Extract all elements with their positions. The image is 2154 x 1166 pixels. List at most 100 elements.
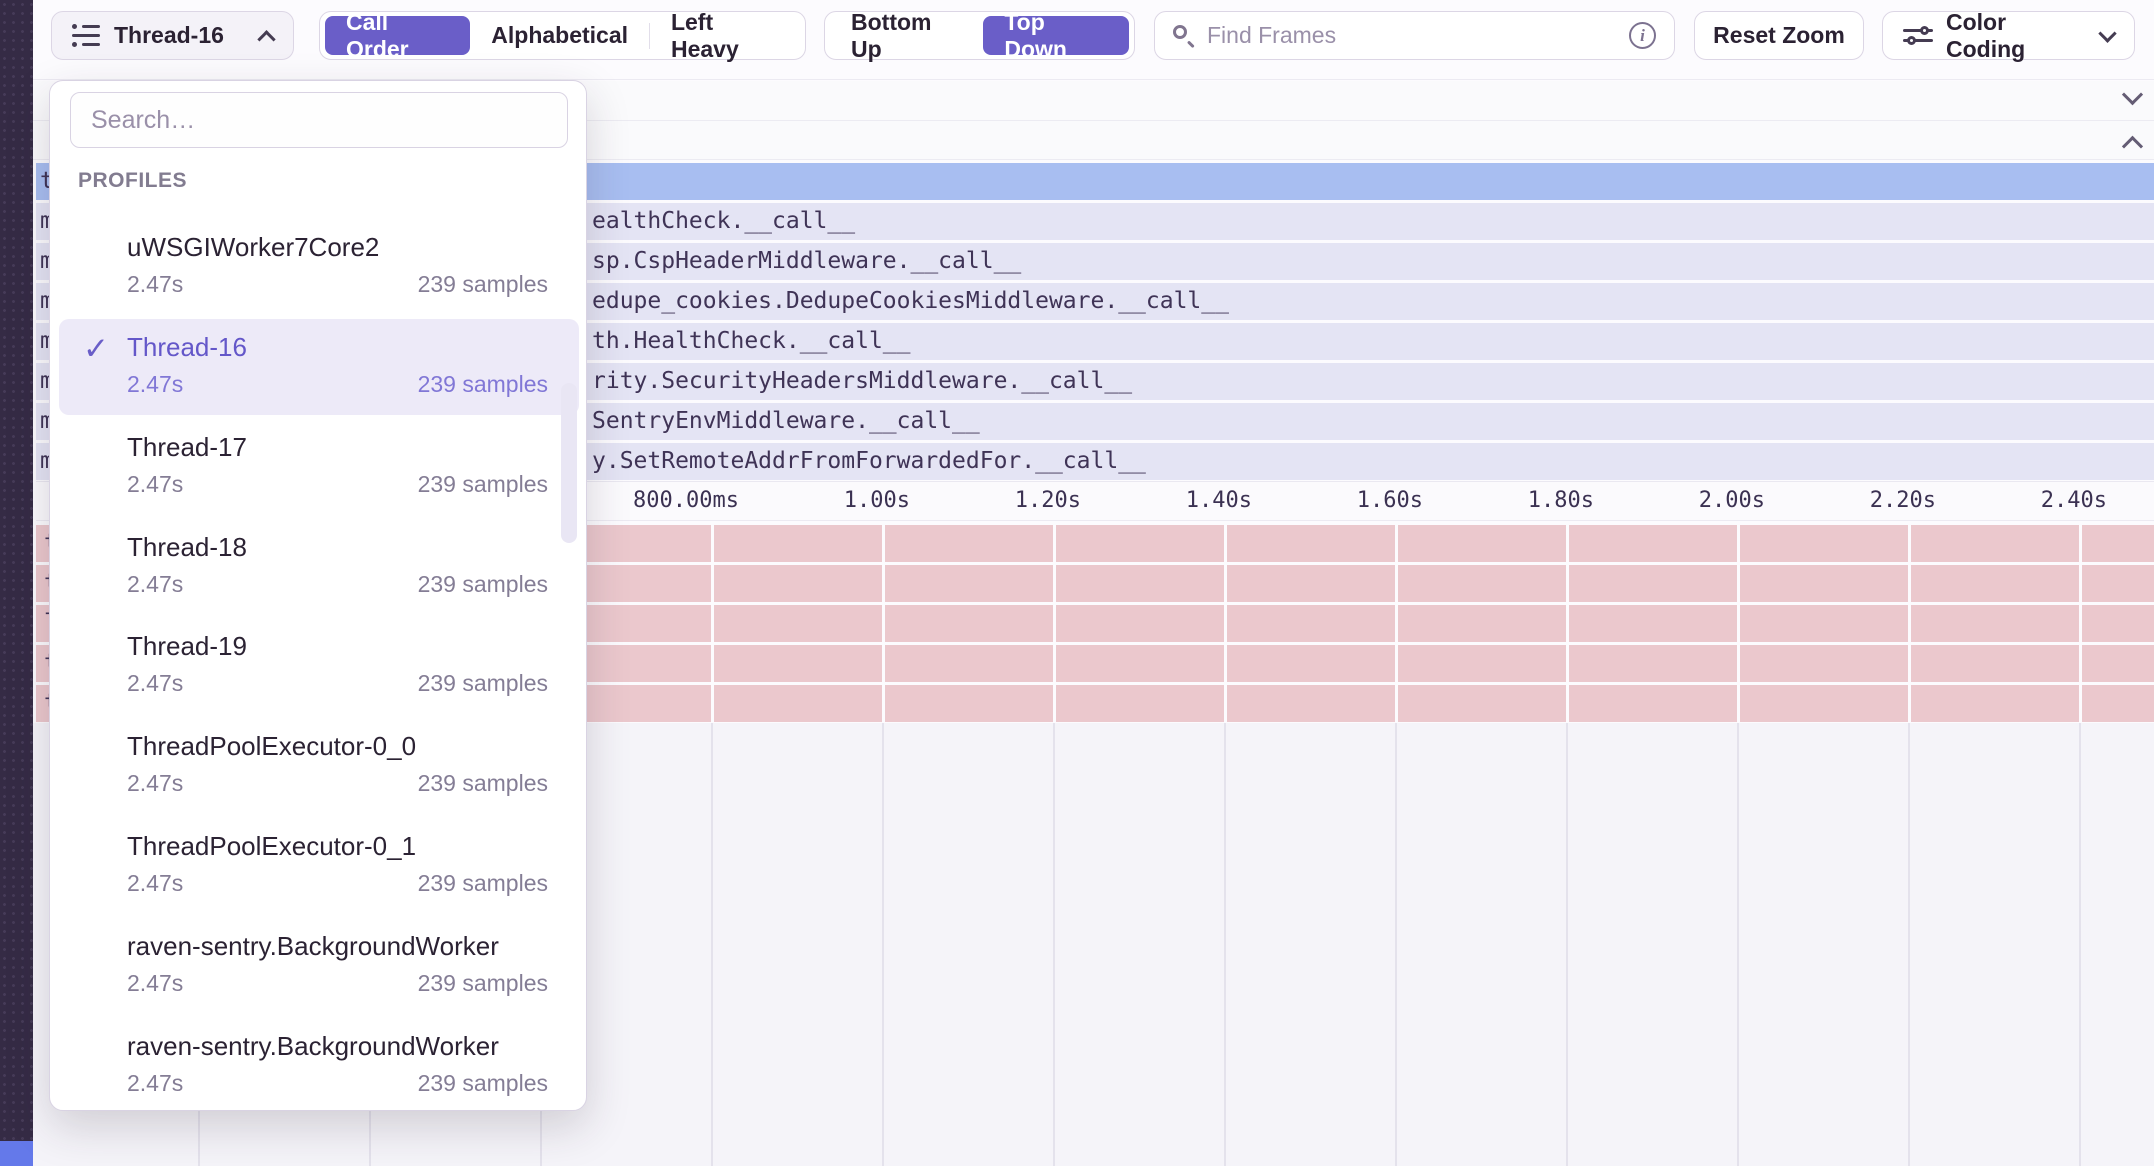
gridline xyxy=(1566,523,1569,723)
profile-name: raven-sentry.BackgroundWorker xyxy=(127,928,548,964)
gridline xyxy=(1053,723,1055,1166)
profile-duration: 2.47s xyxy=(127,968,183,998)
direction-top-down-button[interactable]: Top Down xyxy=(983,16,1129,55)
gridline xyxy=(1053,523,1056,723)
color-coding-button[interactable]: Color Coding xyxy=(1882,11,2135,60)
reset-zoom-label: Reset Zoom xyxy=(1713,22,1845,49)
sidebar-bottom-button[interactable] xyxy=(0,1141,33,1166)
direction-segmented-control: Bottom Up Top Down xyxy=(824,11,1135,60)
reset-zoom-button[interactable]: Reset Zoom xyxy=(1694,11,1864,60)
dropdown-item-profile[interactable]: Thread-19 2.47s 239 samples xyxy=(59,618,579,714)
axis-tick: 1.60s xyxy=(1357,482,1423,520)
search-icon xyxy=(1173,25,1195,47)
axis-tick: 2.20s xyxy=(1870,482,1936,520)
frame-text: rity.SecurityHeadersMiddleware.__call__ xyxy=(592,363,1132,400)
dropdown-item-profile[interactable]: ThreadPoolExecutor-0_0 2.47s 239 samples xyxy=(59,718,579,814)
axis-tick: 1.00s xyxy=(844,482,910,520)
axis-tick: 1.20s xyxy=(1015,482,1081,520)
profile-duration: 2.47s xyxy=(127,269,183,299)
profile-duration: 2.47s xyxy=(127,569,183,599)
color-coding-label: Color Coding xyxy=(1946,9,2088,63)
gridline xyxy=(1737,523,1740,723)
collapse-chevron-up-icon[interactable] xyxy=(2125,136,2140,156)
sort-call-order-button[interactable]: Call Order xyxy=(325,16,470,55)
frame-text: th.HealthCheck.__call__ xyxy=(592,323,911,360)
profile-name: ThreadPoolExecutor-0_1 xyxy=(127,828,548,864)
dropdown-item-profile[interactable]: ThreadPoolExecutor-0_1 2.47s 239 samples xyxy=(59,818,579,914)
gridline xyxy=(711,723,713,1166)
gridline xyxy=(2079,523,2082,723)
profile-samples: 239 samples xyxy=(418,1068,548,1098)
axis-tick: 1.40s xyxy=(1186,482,1252,520)
app-sidebar-strip xyxy=(0,0,33,1166)
thread-selector-label: Thread-16 xyxy=(114,22,224,49)
sort-alphabetical-button[interactable]: Alphabetical xyxy=(470,16,649,55)
dropdown-item-profile[interactable]: raven-sentry.BackgroundWorker 2.47s 239 … xyxy=(59,918,579,1014)
chevron-down-icon xyxy=(2101,22,2114,49)
dropdown-search-input[interactable] xyxy=(91,106,547,135)
profile-name: raven-sentry.BackgroundWorker xyxy=(127,1028,548,1064)
profile-samples: 239 samples xyxy=(418,868,548,898)
dropdown-item-profile[interactable]: raven-sentry.BackgroundWorker 2.47s 239 … xyxy=(59,1018,579,1114)
gridline xyxy=(1224,723,1226,1166)
thread-selector-button[interactable]: Thread-16 xyxy=(51,11,294,60)
toolbar: Thread-16 Call Order Alphabetical Left H… xyxy=(33,0,2154,80)
axis-tick: 800.00ms xyxy=(633,482,739,520)
profile-samples: 239 samples xyxy=(418,968,548,998)
axis-tick: 2.40s xyxy=(2041,482,2107,520)
frame-text: ealthCheck.__call__ xyxy=(592,203,855,240)
sort-left-heavy-button[interactable]: Left Heavy xyxy=(650,16,800,55)
dropdown-item-profile-selected[interactable]: ✓ Thread-16 2.47s 239 samples xyxy=(59,319,579,415)
gridline xyxy=(1566,723,1568,1166)
dropdown-item-profile[interactable]: Thread-18 2.47s 239 samples xyxy=(59,519,579,615)
profile-duration: 2.47s xyxy=(127,469,183,499)
expand-chevron-down-icon[interactable] xyxy=(2125,90,2140,110)
gridline xyxy=(1395,523,1398,723)
gridline xyxy=(1908,723,1910,1166)
frame-text: SentryEnvMiddleware.__call__ xyxy=(592,403,980,440)
frame-text: edupe_cookies.DedupeCookiesMiddleware.__… xyxy=(592,283,1229,320)
gridline xyxy=(1224,523,1227,723)
profile-samples: 239 samples xyxy=(418,369,548,399)
profile-name: ThreadPoolExecutor-0_0 xyxy=(127,728,548,764)
list-icon xyxy=(72,24,100,47)
dropdown-search-field xyxy=(70,92,568,148)
gridline xyxy=(882,523,885,723)
profile-samples: 239 samples xyxy=(418,569,548,599)
gridline xyxy=(2079,723,2081,1166)
dropdown-item-profile[interactable]: Thread-17 2.47s 239 samples xyxy=(59,419,579,515)
profile-name: Thread-18 xyxy=(127,529,548,565)
profile-samples: 239 samples xyxy=(418,469,548,499)
profile-name: Thread-16 xyxy=(127,329,548,365)
dropdown-scrollbar-thumb[interactable] xyxy=(561,383,577,543)
profiler-flamegraph-page: Thread-16 Call Order Alphabetical Left H… xyxy=(0,0,2154,1166)
gridline xyxy=(711,523,714,723)
check-icon: ✓ xyxy=(83,331,109,367)
axis-tick: 2.00s xyxy=(1699,482,1765,520)
find-frames-input[interactable] xyxy=(1207,22,1617,49)
thread-selector-dropdown: PROFILES uWSGIWorker7Core2 2.47s 239 sam… xyxy=(49,80,587,1111)
profile-duration: 2.47s xyxy=(127,1068,183,1098)
info-icon[interactable]: i xyxy=(1629,22,1656,49)
profile-duration: 2.47s xyxy=(127,868,183,898)
profile-name: uWSGIWorker7Core2 xyxy=(127,229,548,265)
frame-text: sp.CspHeaderMiddleware.__call__ xyxy=(592,243,1021,280)
dropdown-section-label: PROFILES xyxy=(78,169,187,193)
gridline xyxy=(1737,723,1739,1166)
profile-duration: 2.47s xyxy=(127,369,183,399)
sliders-icon xyxy=(1903,24,1933,48)
gridline xyxy=(1395,723,1397,1166)
frame-text: y.SetRemoteAddrFromForwardedFor.__call__ xyxy=(592,443,1146,480)
profile-duration: 2.47s xyxy=(127,768,183,798)
axis-tick: 1.80s xyxy=(1528,482,1594,520)
gridline xyxy=(1908,523,1911,723)
direction-bottom-up-button[interactable]: Bottom Up xyxy=(830,16,983,55)
profile-name: Thread-17 xyxy=(127,429,548,465)
profile-name: Thread-19 xyxy=(127,628,548,664)
chevron-up-icon xyxy=(260,22,273,49)
dropdown-item-profile[interactable]: uWSGIWorker7Core2 2.47s 239 samples xyxy=(59,219,579,315)
profile-samples: 239 samples xyxy=(418,768,548,798)
profile-duration: 2.47s xyxy=(127,668,183,698)
profile-samples: 239 samples xyxy=(418,269,548,299)
find-frames-field: i xyxy=(1154,11,1675,60)
